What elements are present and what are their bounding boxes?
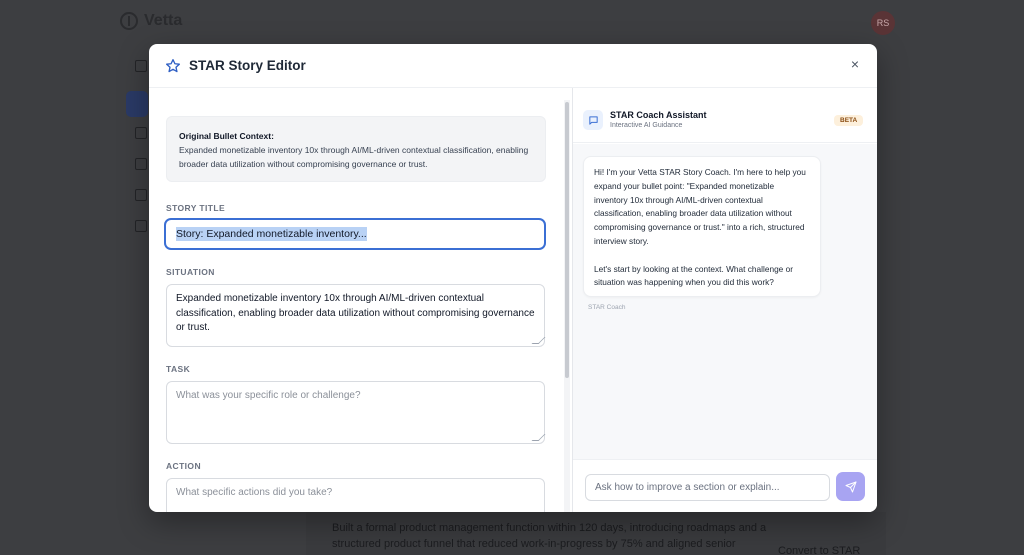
logo-icon: [120, 12, 138, 30]
app-header: Vetta RS: [0, 0, 1024, 44]
coach-pane: STAR Coach Assistant Interactive AI Guid…: [573, 100, 877, 512]
modal-title: STAR Story Editor: [189, 58, 306, 73]
chat-input[interactable]: Ask how to improve a section or explain.…: [585, 474, 830, 501]
message-sender: STAR Coach: [588, 304, 626, 311]
coach-message-paragraph: Let's start by looking at the context. W…: [594, 263, 793, 288]
coach-message-paragraph: Hi! I'm your Vetta STAR Story Coach. I'm…: [594, 167, 806, 246]
story-title-input[interactable]: Story: Expanded monetizable inventory...: [164, 218, 546, 250]
action-label: ACTION: [166, 461, 201, 471]
background-card-text: Built a formal product management functi…: [332, 522, 767, 550]
chat-messages: Hi! I'm your Vetta STAR Story Coach. I'm…: [573, 144, 877, 459]
star-story-editor-modal: STAR Story Editor × Original Bullet Cont…: [149, 44, 877, 512]
calendar-icon[interactable]: [135, 158, 147, 170]
app-name: Vetta: [144, 12, 183, 29]
app-logo: Vetta: [120, 12, 182, 30]
scrollbar-thumb[interactable]: [565, 102, 569, 378]
briefcase-icon[interactable]: [135, 127, 147, 139]
coach-subtitle: Interactive AI Guidance: [610, 122, 683, 129]
editor-pane: Original Bullet Context: Expanded moneti…: [149, 100, 561, 512]
close-button[interactable]: ×: [845, 54, 865, 74]
chat-footer: Ask how to improve a section or explain.…: [573, 459, 877, 512]
key-icon[interactable]: [135, 220, 147, 232]
context-label: Original Bullet Context:: [179, 131, 274, 141]
context-text: Expanded monetizable inventory 10x throu…: [179, 145, 529, 169]
modal-header: STAR Story Editor: [149, 44, 877, 88]
avatar[interactable]: RS: [871, 11, 895, 35]
chat-bubble-icon: [583, 110, 603, 130]
story-title-value: Story: Expanded monetizable inventory...: [176, 227, 367, 241]
story-title-label: STORY TITLE: [166, 203, 226, 213]
coach-header: STAR Coach Assistant Interactive AI Guid…: [573, 100, 877, 143]
send-icon: [845, 481, 856, 492]
app-sidebar: [126, 60, 148, 251]
action-placeholder: What specific actions did you take?: [176, 487, 333, 498]
situation-label: SITUATION: [166, 267, 215, 277]
grid-icon[interactable]: [135, 60, 147, 72]
chat-input-placeholder: Ask how to improve a section or explain.…: [595, 482, 780, 493]
send-button[interactable]: [836, 472, 865, 501]
resize-handle-icon[interactable]: [531, 337, 546, 344]
coach-message: Hi! I'm your Vetta STAR Story Coach. I'm…: [583, 156, 821, 298]
task-placeholder: What was your specific role or challenge…: [176, 390, 361, 401]
beta-badge: BETA: [834, 115, 864, 126]
star-icon: [166, 58, 180, 72]
chat-icon[interactable]: [135, 189, 147, 201]
sidebar-active-item[interactable]: [126, 91, 148, 117]
situation-textarea[interactable]: Expanded monetizable inventory 10x throu…: [166, 284, 546, 347]
situation-value: Expanded monetizable inventory 10x throu…: [176, 293, 535, 333]
task-label: TASK: [166, 364, 191, 374]
close-icon: ×: [850, 56, 860, 72]
action-textarea[interactable]: What specific actions did you take?: [166, 478, 545, 512]
resize-handle-icon[interactable]: [531, 434, 546, 441]
convert-to-star-button[interactable]: Convert to STAR: [778, 545, 860, 555]
original-bullet-context: Original Bullet Context: Expanded moneti…: [166, 116, 546, 182]
task-textarea[interactable]: What was your specific role or challenge…: [166, 381, 546, 444]
coach-name: STAR Coach Assistant: [610, 110, 707, 120]
editor-scrollbar[interactable]: [564, 100, 570, 512]
